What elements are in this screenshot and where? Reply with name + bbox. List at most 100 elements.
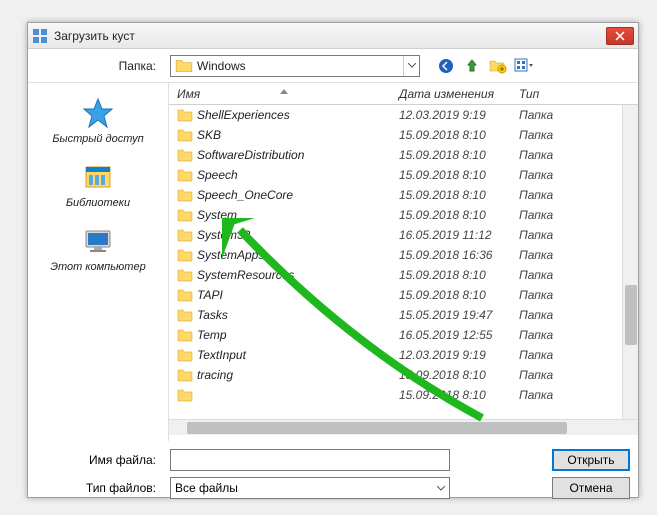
- row-type: Папка: [519, 288, 579, 302]
- row-name: System: [197, 208, 399, 222]
- toolbar-icons: [436, 56, 534, 76]
- up-button[interactable]: [462, 56, 482, 76]
- column-name[interactable]: Имя: [169, 87, 399, 101]
- row-date: 15.09.2018 8:10: [399, 168, 519, 182]
- row-date: 15.09.2018 8:10: [399, 128, 519, 142]
- cancel-button[interactable]: Отмена: [552, 477, 630, 499]
- scrollbar-thumb[interactable]: [625, 285, 637, 345]
- row-date: 16.05.2019 11:12: [399, 228, 519, 242]
- close-button[interactable]: [606, 27, 634, 45]
- sidebar-libraries[interactable]: Библиотеки: [32, 155, 164, 215]
- row-name: SystemResources: [197, 268, 399, 282]
- folder-icon: [175, 57, 193, 75]
- folder-label: Папка:: [36, 59, 164, 73]
- row-name: Speech: [197, 168, 399, 182]
- table-row[interactable]: Speech15.09.2018 8:10Папка: [169, 165, 638, 185]
- new-folder-button[interactable]: [488, 56, 508, 76]
- scrollbar-thumb[interactable]: [187, 422, 567, 434]
- row-type: Папка: [519, 108, 579, 122]
- row-name: System32: [197, 228, 399, 242]
- dialog-body: Быстрый доступ Библиотеки Этот компьютер…: [28, 83, 638, 441]
- sidebar: Быстрый доступ Библиотеки Этот компьютер: [28, 83, 168, 441]
- filetype-select[interactable]: Все файлы: [170, 477, 450, 499]
- filetype-label: Тип файлов:: [36, 481, 164, 495]
- table-row[interactable]: tracing15.09.2018 8:10Папка: [169, 365, 638, 385]
- row-type: Папка: [519, 208, 579, 222]
- table-row[interactable]: Temp16.05.2019 12:55Папка: [169, 325, 638, 345]
- table-row[interactable]: System15.09.2018 8:10Папка: [169, 205, 638, 225]
- row-type: Папка: [519, 248, 579, 262]
- row-date: 15.09.2018 8:10: [399, 268, 519, 282]
- sidebar-item-label: Быстрый доступ: [52, 133, 143, 145]
- row-name: SoftwareDistribution: [197, 148, 399, 162]
- titlebar: Загрузить куст: [28, 23, 638, 49]
- folder-name: Windows: [197, 59, 403, 73]
- filename-input[interactable]: [170, 449, 450, 471]
- row-date: 15.09.2018 8:10: [399, 388, 519, 402]
- filename-label: Имя файла:: [36, 453, 164, 467]
- row-date: 15.09.2018 8:10: [399, 288, 519, 302]
- row-type: Папка: [519, 168, 579, 182]
- close-icon: [615, 31, 625, 41]
- sidebar-item-label: Библиотеки: [66, 197, 130, 209]
- row-name: Temp: [197, 328, 399, 342]
- row-type: Папка: [519, 328, 579, 342]
- row-type: Папка: [519, 388, 579, 402]
- table-row[interactable]: 15.09.2018 8:10Папка: [169, 385, 638, 405]
- view-menu-button[interactable]: [514, 56, 534, 76]
- row-name: TextInput: [197, 348, 399, 362]
- row-date: 12.03.2019 9:19: [399, 348, 519, 362]
- sort-asc-icon: [280, 89, 288, 94]
- table-row[interactable]: TextInput12.03.2019 9:19Папка: [169, 345, 638, 365]
- row-type: Папка: [519, 148, 579, 162]
- row-date: 15.09.2018 8:10: [399, 368, 519, 382]
- chevron-down-icon: [437, 486, 445, 491]
- row-name: TAPI: [197, 288, 399, 302]
- table-row[interactable]: Tasks15.05.2019 19:47Папка: [169, 305, 638, 325]
- vertical-scrollbar[interactable]: [622, 105, 638, 419]
- bottom-panel: Имя файла: Открыть Тип файлов: Все файлы…: [28, 441, 638, 513]
- open-button[interactable]: Открыть: [552, 449, 630, 471]
- row-date: 16.05.2019 12:55: [399, 328, 519, 342]
- table-row[interactable]: SKB15.09.2018 8:10Папка: [169, 125, 638, 145]
- row-type: Папка: [519, 228, 579, 242]
- back-button[interactable]: [436, 56, 456, 76]
- column-date[interactable]: Дата изменения: [399, 87, 519, 101]
- row-name: SystemApps: [197, 248, 399, 262]
- row-date: 15.09.2018 8:10: [399, 188, 519, 202]
- row-type: Папка: [519, 308, 579, 322]
- table-row[interactable]: SoftwareDistribution15.09.2018 8:10Папка: [169, 145, 638, 165]
- row-type: Папка: [519, 188, 579, 202]
- row-date: 15.05.2019 19:47: [399, 308, 519, 322]
- table-row[interactable]: SystemResources15.09.2018 8:10Папка: [169, 265, 638, 285]
- row-date: 12.03.2019 9:19: [399, 108, 519, 122]
- row-date: 15.09.2018 16:36: [399, 248, 519, 262]
- table-row[interactable]: System3216.05.2019 11:12Папка: [169, 225, 638, 245]
- row-type: Папка: [519, 368, 579, 382]
- table-row[interactable]: TAPI15.09.2018 8:10Папка: [169, 285, 638, 305]
- row-name: tracing: [197, 368, 399, 382]
- row-type: Папка: [519, 348, 579, 362]
- row-type: Папка: [519, 268, 579, 282]
- table-row[interactable]: Speech_OneCore15.09.2018 8:10Папка: [169, 185, 638, 205]
- computer-icon: [82, 225, 114, 257]
- row-name: ShellExperiences: [197, 108, 399, 122]
- file-list: Имя Дата изменения Тип ShellExperiences1…: [168, 83, 638, 441]
- libraries-icon: [82, 161, 114, 193]
- row-date: 15.09.2018 8:10: [399, 148, 519, 162]
- horizontal-scrollbar[interactable]: [169, 419, 638, 435]
- sidebar-quick-access[interactable]: Быстрый доступ: [32, 91, 164, 151]
- sidebar-item-label: Этот компьютер: [50, 261, 145, 273]
- table-row[interactable]: ShellExperiences12.03.2019 9:19Папка: [169, 105, 638, 125]
- star-icon: [82, 97, 114, 129]
- app-icon: [32, 28, 48, 44]
- column-type[interactable]: Тип: [519, 87, 579, 101]
- list-header: Имя Дата изменения Тип: [169, 83, 638, 105]
- sidebar-this-pc[interactable]: Этот компьютер: [32, 219, 164, 279]
- row-name: Speech_OneCore: [197, 188, 399, 202]
- folder-select[interactable]: Windows: [170, 55, 420, 77]
- table-row[interactable]: SystemApps15.09.2018 16:36Папка: [169, 245, 638, 265]
- toolbar: Папка: Windows: [28, 49, 638, 83]
- chevron-down-icon: [403, 56, 419, 76]
- window-title: Загрузить куст: [54, 29, 606, 43]
